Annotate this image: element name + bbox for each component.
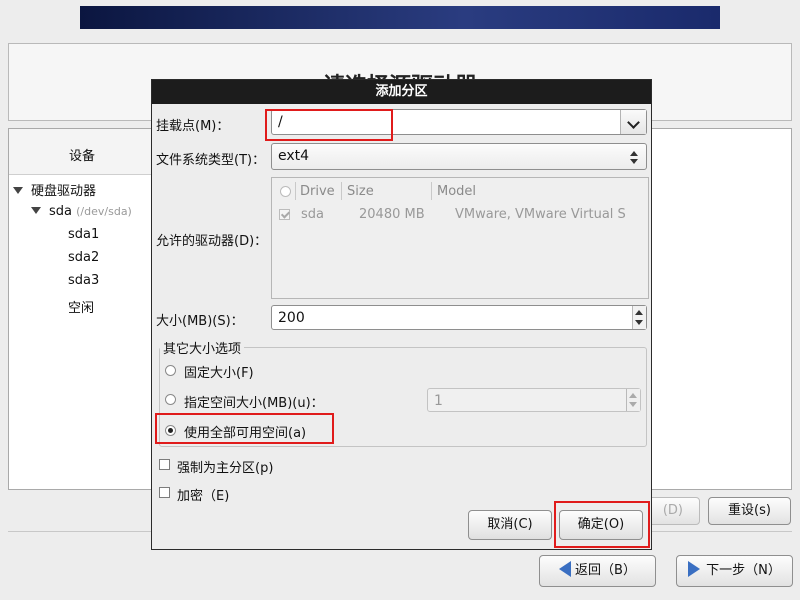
fill-upto-radio-circle[interactable] [165, 394, 176, 405]
reset-button[interactable]: 重设(s) [708, 497, 791, 525]
drive-column-radio [280, 186, 291, 197]
force-primary-box[interactable] [159, 459, 170, 470]
mount-point-label: 挂载点(M)： [156, 119, 230, 134]
column-size[interactable]: Size [347, 184, 374, 199]
highlight-ok-button [554, 501, 650, 548]
tree-item-sda1[interactable]: sda1 [68, 227, 99, 242]
allowed-drives-list[interactable]: Drive Size Model sda 20480 MB VMware, VM… [271, 177, 649, 299]
tree-item-free[interactable]: 空闲 [68, 297, 94, 316]
drive-model: VMware, VMware Virtual S [455, 207, 626, 222]
tree-item-sda3[interactable]: sda3 [68, 273, 99, 288]
drive-checkbox[interactable] [279, 209, 290, 220]
fs-type-label: 文件系统类型(T)： [156, 153, 266, 168]
chevron-down-icon [627, 116, 640, 129]
size-label: 大小(MB)(S)： [156, 314, 244, 329]
size-value: 200 [278, 310, 305, 326]
drive-size: 20480 MB [359, 207, 425, 222]
expand-triangle-icon [31, 207, 41, 214]
column-drive[interactable]: Drive [300, 184, 335, 199]
encrypt-label: 加密（E) [177, 489, 230, 504]
fill-upto-label: 指定空间大小(MB)(u)： [184, 396, 324, 411]
highlight-mount-point [265, 109, 393, 141]
column-model[interactable]: Model [437, 184, 476, 199]
tree-item-hard-drives[interactable]: 硬盘驱动器 [13, 180, 96, 199]
other-size-options-legend: 其它大小选项 [160, 338, 245, 357]
fill-upto-spinbox[interactable]: 1 [427, 388, 641, 412]
disk-path: (/dev/sda) [76, 205, 132, 218]
spin-down-icon [629, 402, 637, 407]
tree-item-sda[interactable]: sda (/dev/sda) [31, 204, 132, 219]
back-button[interactable]: 返回（B） [539, 555, 656, 587]
next-button[interactable]: 下一步（N） [676, 555, 793, 587]
spin-down-icon [635, 320, 643, 325]
tree-header[interactable]: 设备 [9, 129, 152, 175]
spin-up-icon [629, 393, 637, 398]
fs-type-select[interactable]: ext4 [271, 143, 647, 170]
size-spinbox[interactable]: 200 [271, 305, 647, 330]
tree-header-label: 设备 [69, 149, 96, 164]
cancel-button[interactable]: 取消(C) [468, 510, 552, 540]
tree-item-sda2[interactable]: sda2 [68, 250, 99, 265]
spin-up-icon [635, 310, 643, 315]
arrow-left-icon [559, 561, 572, 577]
drive-name: sda [301, 207, 324, 222]
fill-upto-spin-buttons[interactable] [626, 389, 640, 411]
allowed-drives-label: 允许的驱动器(D)： [156, 234, 268, 249]
fill-upto-value: 1 [434, 393, 443, 409]
size-spin-buttons[interactable] [632, 306, 646, 329]
mount-point-dropdown-button[interactable] [620, 110, 646, 134]
top-banner [80, 6, 720, 29]
encrypt-box[interactable] [159, 487, 170, 498]
select-up-arrow-icon [630, 151, 638, 156]
add-partition-dialog: 添加分区 挂载点(M)： / 文件系统类型(T)： ext4 允许的驱动器(D)… [151, 79, 652, 550]
select-down-arrow-icon [630, 159, 638, 164]
dialog-title: 添加分区 [152, 80, 651, 104]
expand-triangle-icon [13, 187, 23, 194]
fixed-size-label: 固定大小(F) [184, 366, 254, 381]
highlight-fill-all [155, 413, 334, 444]
fixed-size-radio-circle[interactable] [165, 365, 176, 376]
arrow-right-icon [688, 561, 701, 577]
fs-type-value: ext4 [278, 148, 310, 164]
force-primary-label: 强制为主分区(p) [177, 461, 274, 476]
